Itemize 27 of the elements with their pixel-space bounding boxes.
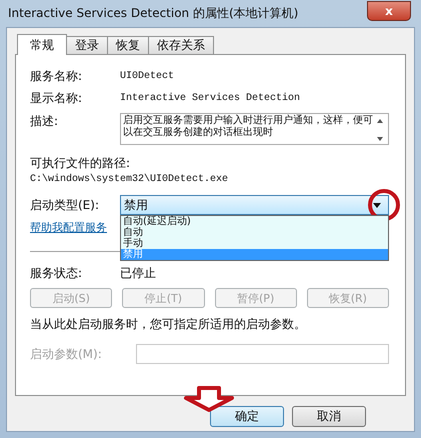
description-text: 启用交互服务需要用户输入时进行用户通知，这样，便可以在交互服务创建的对话框出现时	[123, 115, 374, 140]
tab[interactable]: 恢复	[107, 36, 149, 54]
dialog-button[interactable]: 取消	[292, 406, 366, 427]
dropdown-option[interactable]: 自动(延迟启动)	[121, 216, 388, 227]
tab[interactable]: 常规	[17, 34, 67, 55]
tab[interactable]: 依存关系	[148, 36, 214, 54]
field-value: Interactive Services Detection	[120, 92, 300, 104]
help-link[interactable]: 帮助我配置服务	[30, 220, 107, 234]
field-label: 启动类型(E):	[30, 196, 100, 214]
window-title: Interactive Services Detection 的属性(本地计算机)	[8, 5, 298, 22]
dropdown-option[interactable]: 自动	[121, 227, 388, 238]
close-button[interactable]: x	[367, 0, 411, 20]
field-value: UI0Detect	[120, 70, 174, 82]
startup-type-dropdown[interactable]: 禁用	[120, 195, 389, 215]
dialog-button[interactable]: 确定	[210, 406, 284, 427]
field-label: 显示名称:	[30, 90, 84, 106]
path-value: C:\windows\system32\UI0Detect.exe	[30, 174, 230, 185]
highlight-circle-icon	[367, 188, 401, 222]
field-label: 服务状态:	[30, 264, 84, 282]
status-value: 已停止	[120, 264, 156, 282]
field-label: 可执行文件的路径:	[30, 155, 132, 172]
dropdown-option[interactable]: 手动	[121, 238, 388, 249]
tab[interactable]: 登录	[66, 36, 108, 54]
field-label: 描述:	[30, 113, 60, 130]
hint-text: 当从此处启动服务时，您可指定所适用的启动参数。	[30, 316, 307, 333]
field-label: 启动参数(M):	[30, 346, 103, 362]
field-label: 服务名称:	[30, 68, 84, 84]
